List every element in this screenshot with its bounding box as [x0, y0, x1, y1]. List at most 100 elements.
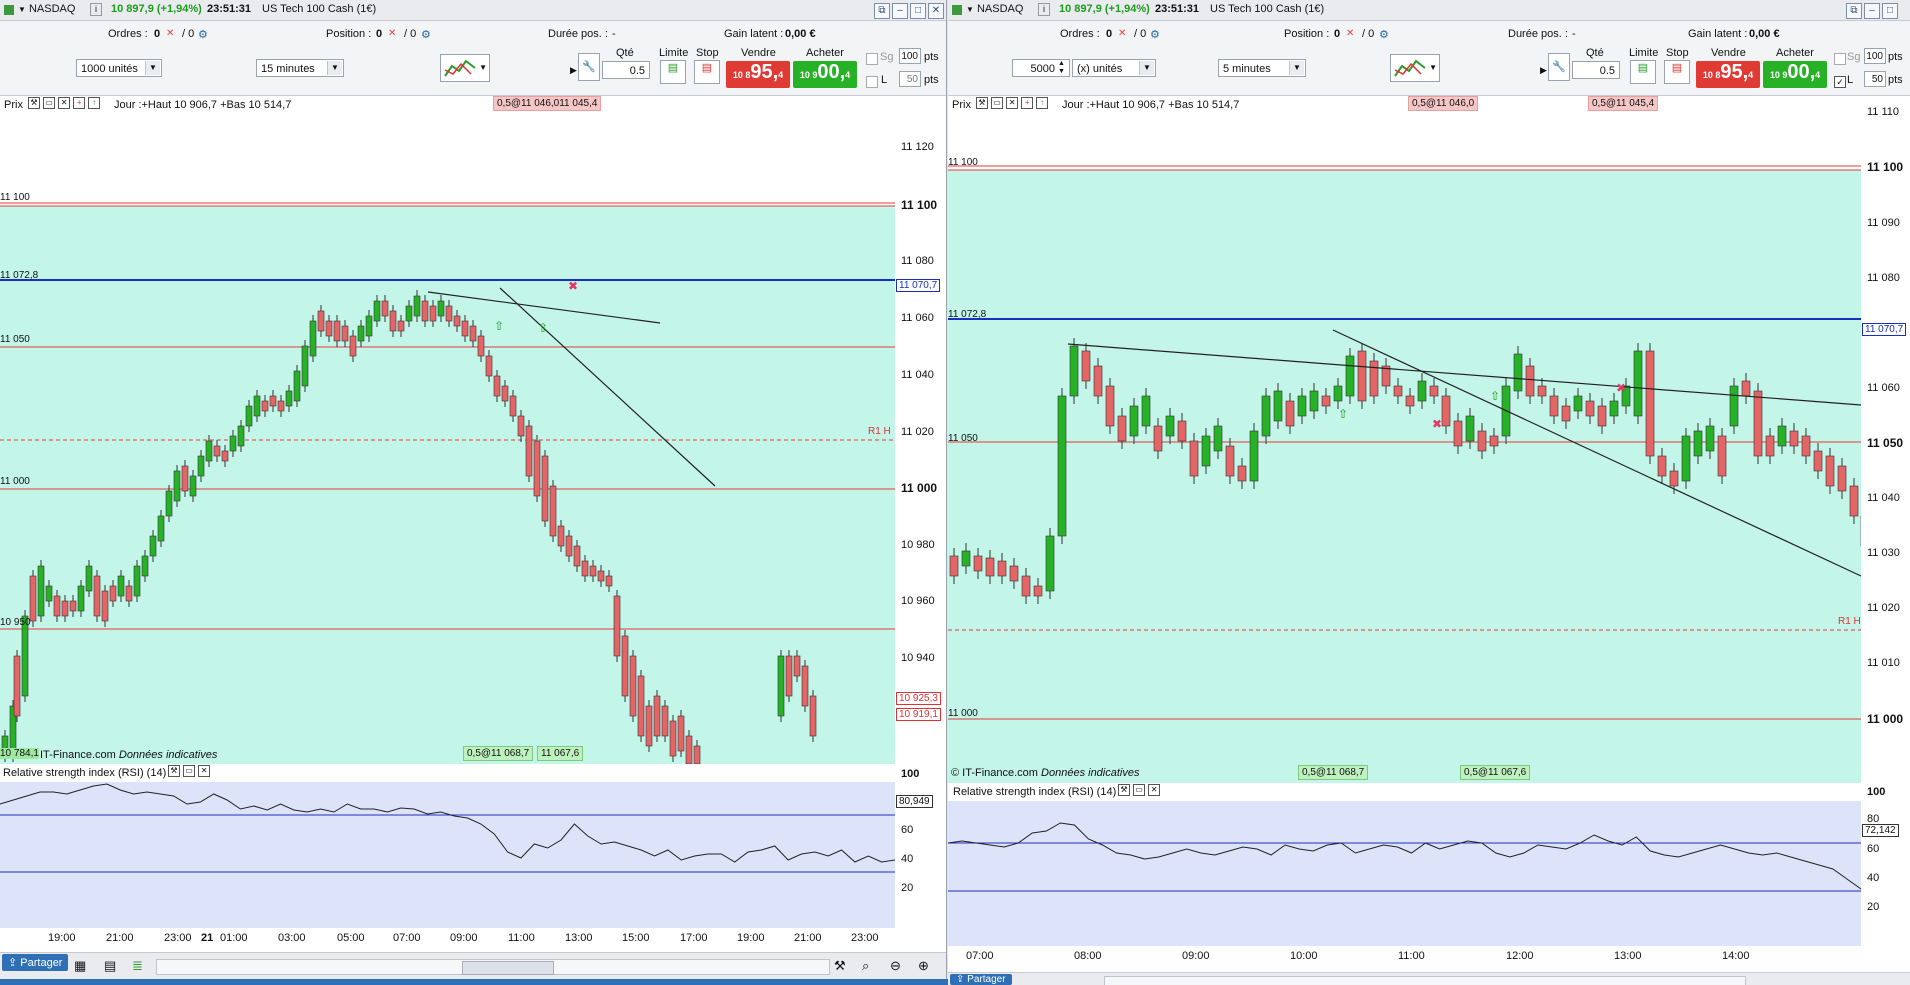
zoom-out-icon[interactable]: ⊖	[890, 958, 901, 974]
sg-checkbox[interactable]	[866, 53, 878, 65]
sg-input[interactable]: 100	[899, 48, 921, 64]
limit-button[interactable]: ▤	[660, 60, 686, 84]
orders-sep: / 0	[1134, 28, 1147, 40]
scrollbar-thumb[interactable]	[462, 961, 554, 975]
l-checkbox[interactable]	[866, 76, 878, 88]
candle-body	[229, 435, 237, 452]
order-pill-bottom-b[interactable]: 0,5@11 067,6	[1460, 765, 1531, 780]
size-mode-select[interactable]: (x) unités ▼	[1072, 59, 1156, 77]
right-rsi-panel[interactable]: Relative strength index (RSI) (14) ⚒ ▭ ✕	[948, 783, 1861, 946]
orders-gear-icon[interactable]: ⚙	[198, 28, 208, 41]
order-pill-bottom-b[interactable]: 11 067,6	[537, 746, 584, 761]
zoom-area-icon[interactable]: ⌕	[862, 958, 869, 974]
candle-body	[1633, 350, 1643, 417]
stop-label: Stop	[1666, 47, 1689, 59]
orders-cancel-icon[interactable]: ✕	[1118, 28, 1126, 39]
candle-body	[141, 555, 149, 577]
tick: 11 000	[901, 481, 938, 495]
position-gear-icon[interactable]: ⚙	[1379, 28, 1389, 41]
candle-body	[29, 575, 37, 622]
candle-body	[605, 575, 613, 587]
l-input[interactable]: 50	[1864, 71, 1886, 87]
candle-body	[1273, 390, 1283, 422]
instrument-name: NASDAQ	[976, 3, 1024, 15]
candle-body	[165, 490, 173, 517]
horizontal-scrollbar[interactable]	[1104, 976, 1746, 985]
buy-price-small: 10 9	[799, 70, 818, 80]
minimize-icon[interactable]: –	[1864, 3, 1880, 19]
restore-icon[interactable]: ⧉	[1846, 3, 1862, 19]
wrench-icon[interactable]: ⚒	[834, 958, 846, 974]
gain-value: 0,00 €	[1749, 28, 1780, 40]
candle-body	[1153, 425, 1163, 452]
wrench-button[interactable]: 🔧	[1548, 53, 1570, 81]
limit-order-icon: ▤	[667, 62, 679, 74]
size-select[interactable]: 1000 unités ▼	[76, 59, 162, 77]
right-price-chart[interactable]: Prix ⚒ ▭ ✕ + ↑ Jour :+Haut 10 906,7 +Bas…	[948, 96, 1861, 783]
order-pill-bottom-a[interactable]: 0,5@11 068,7	[1298, 765, 1369, 780]
left-price-chart[interactable]: Prix ⚒ ▭ ✕ + ↑ Jour :+Haut 10 906,7 +Bas…	[0, 96, 895, 764]
time-label: 01:00	[220, 932, 248, 944]
qty-input[interactable]: 0.5	[1572, 61, 1620, 79]
right-price-axis[interactable]: 11 110 11 100 11 090 11 080 11 070,7 11 …	[1861, 96, 1910, 783]
candle-body	[1585, 400, 1595, 417]
timeframe-select[interactable]: 5 minutes ▼	[1218, 59, 1306, 77]
position-gear-icon[interactable]: ⚙	[421, 28, 431, 41]
maximize-icon[interactable]: □	[910, 3, 926, 19]
position-cancel-icon[interactable]: ✕	[1346, 28, 1354, 39]
horizontal-scrollbar[interactable]	[156, 959, 830, 975]
orders-gear-icon[interactable]: ⚙	[1150, 28, 1160, 41]
rsi-tick: 40	[1867, 872, 1880, 884]
candle-body	[301, 345, 309, 387]
stop-button[interactable]: ▤	[694, 60, 720, 84]
position-cancel-icon[interactable]: ✕	[388, 28, 396, 39]
tick: 10 940	[901, 652, 935, 664]
minimize-icon[interactable]: –	[892, 3, 908, 19]
info-icon[interactable]: i	[90, 3, 102, 16]
left-price-axis[interactable]: 11 120 11 100 11 080 11 060 11 040 11 02…	[895, 96, 946, 764]
l-input[interactable]: 50	[899, 71, 921, 87]
qty-input[interactable]: 0.5	[602, 61, 650, 79]
buy-button[interactable]: 10 900,4	[1763, 61, 1827, 88]
orders-cancel-icon[interactable]: ✕	[166, 28, 174, 39]
l-checkbox-checked[interactable]: ✓	[1834, 76, 1846, 88]
share-button[interactable]: ⇪ Partager	[2, 954, 69, 971]
calendar-icon[interactable]: ▤	[104, 958, 116, 974]
instrument-dropdown[interactable]: ▼ NASDAQ	[966, 3, 1023, 15]
toolbar-collapse-icon[interactable]: ▶	[570, 65, 577, 76]
time-label: 13:00	[565, 932, 593, 944]
share-button[interactable]: ⇪ Partager	[950, 974, 1012, 985]
candle-body	[1357, 350, 1367, 402]
timeframe-select[interactable]: 15 minutes ▼	[256, 59, 344, 77]
green-square-icon	[952, 5, 962, 15]
instrument-dropdown[interactable]: ▼ NASDAQ	[18, 3, 75, 15]
sg-checkbox[interactable]	[1834, 53, 1846, 65]
candle-body	[949, 555, 959, 577]
close-icon[interactable]: ✕	[928, 3, 944, 19]
limit-button[interactable]: ▤	[1630, 60, 1656, 84]
stop-button[interactable]: ▤	[1664, 60, 1690, 84]
indicator-icon[interactable]: ≣	[132, 958, 143, 974]
sell-button[interactable]: 10 895,4	[1696, 61, 1760, 88]
sell-button[interactable]: 10 895,4	[726, 61, 790, 88]
left-rsi-panel[interactable]: Relative strength index (RSI) (14) ⚒ ▭ ✕	[0, 764, 895, 928]
chart-type-button[interactable]: ▼	[1390, 54, 1440, 82]
drawing-tools-icon[interactable]: ▦	[74, 958, 86, 974]
buy-button[interactable]: 10 900,4	[793, 61, 857, 88]
candle-body	[1057, 395, 1067, 537]
size-stepper-icon[interactable]: ▲ ▼	[1058, 60, 1065, 76]
info-icon[interactable]: i	[1038, 3, 1050, 16]
wrench-button[interactable]: 🔧	[578, 53, 600, 81]
maximize-icon[interactable]: □	[1882, 3, 1898, 19]
candle-body	[1417, 380, 1427, 402]
candle-body	[269, 395, 277, 407]
sg-input[interactable]: 100	[1864, 48, 1886, 64]
watermark-note: Données indicatives	[118, 749, 218, 761]
right-chart-window: ▼ NASDAQ i 10 897,9 (+1,94%) 23:51:31 US…	[948, 0, 1910, 985]
chart-type-button[interactable]: ▼	[440, 54, 490, 82]
buy-arrow-icon: ⇧	[538, 321, 548, 335]
toolbar-collapse-icon[interactable]: ▶	[1540, 65, 1547, 76]
order-pill-bottom-a[interactable]: 0,5@11 068,7	[463, 746, 534, 761]
zoom-in-icon[interactable]: ⊕	[918, 958, 929, 974]
restore-icon[interactable]: ⧉	[874, 3, 890, 19]
